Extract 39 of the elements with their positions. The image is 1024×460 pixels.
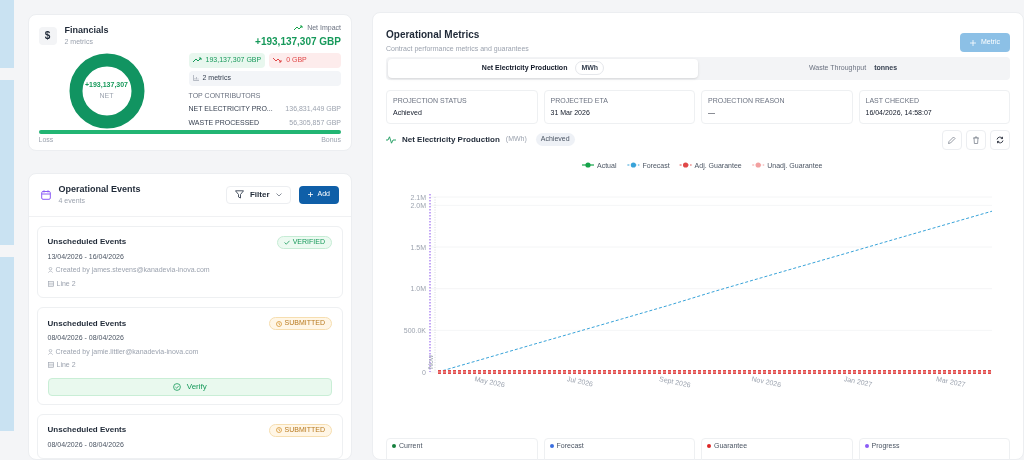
edit-button[interactable]	[942, 129, 962, 150]
event-title: Unscheduled Events	[47, 317, 127, 330]
check-icon	[283, 239, 290, 245]
side-panel	[0, 0, 14, 68]
plus-icon	[969, 39, 976, 46]
grid-icon	[47, 280, 54, 287]
chart-title: Net Electricity Production	[402, 133, 500, 146]
clock-icon	[275, 320, 282, 327]
legend-item	[626, 161, 640, 168]
event-title: Unscheduled Events	[47, 424, 127, 436]
dollar-icon: $	[38, 26, 57, 45]
pulse-icon	[386, 135, 396, 144]
panel-title: Operational Metrics	[386, 28, 481, 42]
refresh-icon	[995, 134, 1005, 145]
trash-icon	[971, 134, 981, 145]
filter-button[interactable]: Filter	[225, 185, 291, 204]
trend-down-icon	[273, 57, 283, 63]
net-impact-value: +193,137,307 GBP	[255, 34, 341, 49]
verify-button[interactable]: Verify	[47, 377, 332, 396]
bar-chart-icon	[192, 75, 199, 81]
filter-icon	[234, 190, 244, 199]
plus-icon	[307, 192, 313, 197]
check-circle-icon	[172, 382, 181, 391]
refresh-button[interactable]	[990, 129, 1010, 150]
chevron-down-icon	[275, 192, 282, 197]
clock-icon	[275, 427, 282, 433]
legend-item	[581, 161, 595, 168]
event-title: Unscheduled Events	[47, 236, 127, 248]
card-title: Operational Events	[58, 182, 141, 196]
calendar-icon	[40, 189, 51, 200]
trend-up-icon	[192, 57, 202, 63]
edit-icon	[947, 134, 957, 145]
legend-item	[751, 161, 765, 168]
grid-icon	[47, 362, 54, 369]
person-icon	[47, 348, 53, 355]
trend-up-icon	[294, 25, 304, 32]
legend-item	[679, 161, 693, 168]
person-icon	[47, 267, 53, 274]
card-title: Financials	[64, 23, 109, 37]
